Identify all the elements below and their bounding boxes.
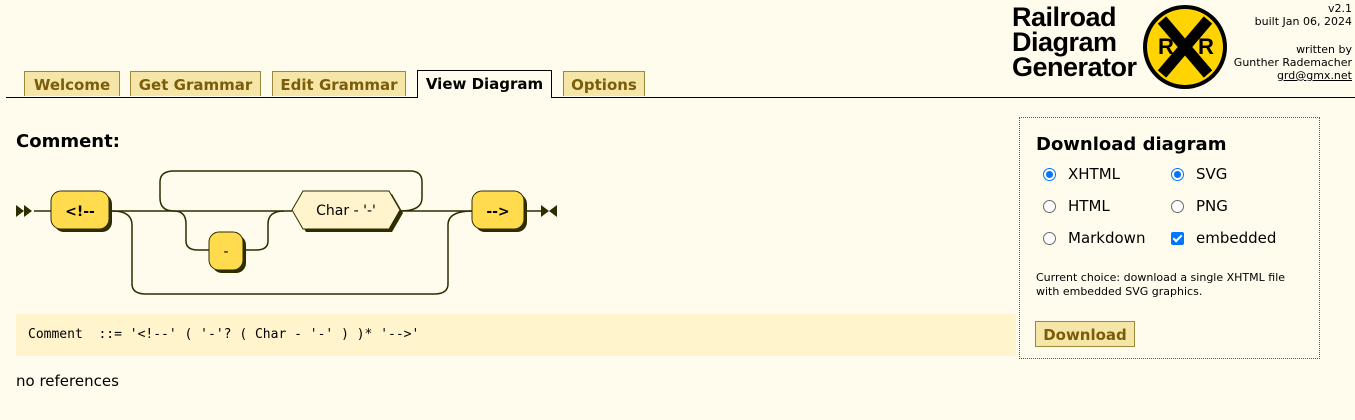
- download-heading: Download diagram: [1036, 134, 1227, 155]
- option-xhtml[interactable]: XHTML: [1043, 165, 1120, 183]
- tab-view-diagram[interactable]: View Diagram: [417, 70, 552, 98]
- version-label: v2.1: [1327, 2, 1352, 15]
- app-logo-text: Railroad Diagram Generator: [1012, 2, 1137, 82]
- railroad-diagram: <!-- - Char - '-' -->: [16, 170, 557, 295]
- markdown-radio[interactable]: [1043, 231, 1056, 245]
- option-embedded[interactable]: embedded: [1171, 229, 1276, 247]
- author-email-link[interactable]: grd@gmx.net: [1277, 69, 1352, 82]
- option-png[interactable]: PNG: [1171, 197, 1228, 215]
- production-title: Comment:: [16, 131, 120, 152]
- ebnf-definition: Comment ::= '<!--' ( '-'? ( Char - '-' )…: [16, 314, 1016, 356]
- download-panel: Download diagram XHTML SVG HTML PNG Mark…: [1019, 117, 1320, 359]
- option-html[interactable]: HTML: [1043, 197, 1110, 215]
- diagram-terminal-dash: -: [223, 244, 228, 260]
- tab-edit-grammar[interactable]: Edit Grammar: [272, 71, 406, 96]
- html-radio[interactable]: [1043, 199, 1056, 213]
- png-radio[interactable]: [1171, 199, 1184, 213]
- tab-welcome[interactable]: Welcome: [24, 71, 120, 96]
- written-by-label: written by: [1296, 43, 1352, 56]
- option-svg[interactable]: SVG: [1171, 165, 1227, 183]
- header-divider: [6, 97, 1355, 98]
- build-date: built Jan 06, 2024: [1254, 15, 1352, 28]
- railroad-crossing-logo-icon: R R: [1143, 5, 1227, 89]
- logo-badge-right: R: [1198, 34, 1214, 59]
- diagram-terminal-end: -->: [486, 204, 509, 220]
- diagram-terminal-start: <!--: [65, 204, 95, 220]
- author-name: Gunther Rademacher: [1233, 56, 1352, 69]
- svg-radio[interactable]: [1171, 167, 1184, 181]
- download-button[interactable]: Download: [1035, 321, 1135, 347]
- references-text: no references: [16, 372, 119, 390]
- current-choice-text: Current choice: download a single XHTML …: [1036, 271, 1286, 298]
- tab-get-grammar[interactable]: Get Grammar: [130, 71, 261, 96]
- option-markdown[interactable]: Markdown: [1043, 229, 1145, 247]
- diagram-nonterminal-char: Char - '-': [316, 203, 376, 219]
- tab-options[interactable]: Options: [563, 71, 645, 96]
- embedded-checkbox[interactable]: [1171, 231, 1184, 245]
- xhtml-radio[interactable]: [1043, 167, 1056, 181]
- app-meta: v2.1 built Jan 06, 2024 written by Gunth…: [1222, 2, 1352, 82]
- logo-badge-left: R: [1158, 34, 1174, 59]
